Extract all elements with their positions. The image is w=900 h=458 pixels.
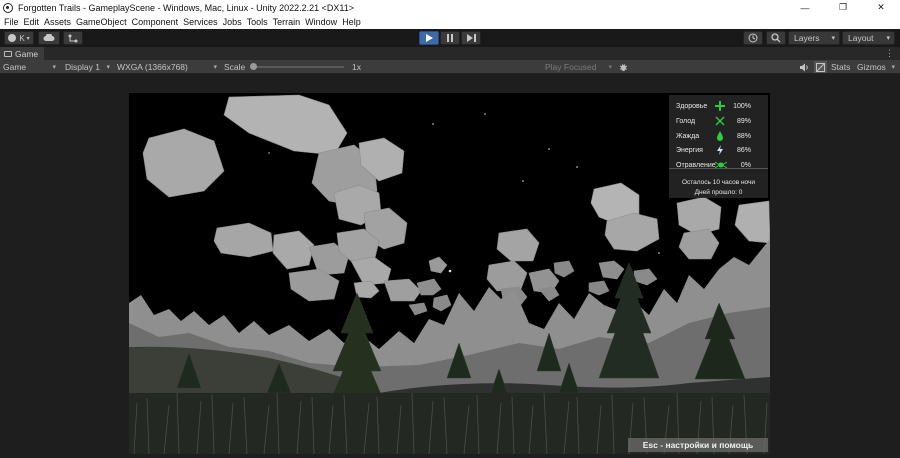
history-button[interactable]	[743, 31, 763, 45]
gizmos-dropdown[interactable]: Gizmos ▾	[857, 61, 895, 73]
main-toolbar: K ▾ Layers ▾ Layout ▾	[0, 29, 900, 47]
layout-dropdown[interactable]: Layout ▾	[842, 31, 895, 45]
bug-icon	[619, 63, 628, 71]
chevron-down-icon: ▾	[831, 35, 835, 42]
menu-tools[interactable]: Tools	[247, 17, 268, 27]
days-passed-text: Дней прошло: 0	[694, 189, 743, 196]
scale-value: 1x	[352, 62, 361, 72]
stat-health-row: Здоровье 100%	[676, 101, 751, 111]
game-view-toolbar: Game ▾ Display 1 ▾ WXGA (1366x768) ▾ Sca…	[0, 60, 900, 74]
step-button[interactable]	[461, 31, 481, 45]
unity-logo-icon	[3, 2, 13, 13]
close-button[interactable]: ✕	[862, 0, 900, 15]
scale-label: Scale	[224, 62, 246, 72]
chevron-down-icon: ▾	[608, 64, 612, 71]
bug-report-button[interactable]	[619, 61, 628, 73]
chevron-down-icon: ▾	[106, 64, 110, 71]
play-icon	[426, 34, 433, 42]
play-focused-dropdown[interactable]: Play Focused ▾	[545, 61, 612, 73]
chevron-down-icon: ▾	[26, 35, 30, 42]
chevron-down-icon: ▾	[891, 64, 895, 71]
hud-divider	[669, 168, 768, 169]
window-title-bar: Forgotten Trails - GameplayScene - Windo…	[0, 0, 900, 15]
display-dropdown[interactable]: Display 1 ▾	[65, 61, 110, 73]
scale-slider-handle[interactable]	[250, 63, 257, 70]
window-title: Forgotten Trails - GameplayScene - Windo…	[18, 2, 354, 13]
step-icon	[466, 34, 476, 42]
search-button[interactable]	[766, 31, 786, 45]
scale-slider-track[interactable]	[252, 66, 344, 68]
stat-poison-row: Отравление 0%	[676, 161, 751, 169]
energy-bolt-icon	[717, 145, 723, 155]
menu-window[interactable]: Window	[305, 17, 337, 27]
menu-bar: File Edit Assets GameObject Component Se…	[0, 15, 900, 29]
menu-file[interactable]: File	[4, 17, 19, 27]
thirst-drop-icon	[717, 131, 723, 141]
menu-assets[interactable]: Assets	[44, 17, 71, 27]
pause-icon	[447, 34, 453, 42]
menu-component[interactable]: Component	[132, 17, 179, 27]
account-dropdown[interactable]: K ▾	[4, 31, 34, 45]
cloud-icon	[43, 34, 55, 41]
mute-audio-button[interactable]	[799, 61, 809, 73]
history-icon	[748, 33, 758, 43]
speaker-icon	[800, 63, 808, 71]
resolution-dropdown[interactable]: WXGA (1366x768) ▾	[117, 61, 217, 73]
aspect-button[interactable]	[814, 61, 827, 73]
maximize-button[interactable]: ❐	[824, 0, 862, 15]
version-control-icon	[68, 34, 78, 42]
stat-energy-row: Энергия 86%	[676, 145, 751, 155]
tab-game[interactable]: Game	[0, 47, 44, 60]
view-mode-dropdown[interactable]: Game ▾	[3, 61, 58, 73]
pause-button[interactable]	[440, 31, 460, 45]
hunger-cutlery-icon	[715, 116, 725, 126]
chevron-down-icon: ▾	[213, 64, 217, 71]
menu-edit[interactable]: Edit	[24, 17, 40, 27]
cloud-button[interactable]	[38, 31, 60, 45]
window-controls: — ❐ ✕	[786, 0, 900, 15]
time-left-text: Осталось 10 часов ночи	[681, 179, 756, 186]
layers-dropdown[interactable]: Layers ▾	[788, 31, 840, 45]
stat-hunger-row: Голод 89%	[676, 116, 751, 126]
menu-jobs[interactable]: Jobs	[223, 17, 242, 27]
grid-icon	[816, 62, 825, 72]
search-icon	[771, 33, 781, 43]
stat-thirst-row: Жажда 88%	[676, 131, 751, 141]
health-cross-icon	[715, 101, 725, 111]
stats-toggle[interactable]: Stats	[831, 61, 850, 73]
collab-button[interactable]	[63, 31, 83, 45]
minimize-button[interactable]: —	[786, 0, 824, 15]
tab-bar: Game ⋮	[0, 47, 900, 60]
game-view-icon	[4, 50, 12, 57]
menu-services[interactable]: Services	[183, 17, 218, 27]
more-options-icon[interactable]: ⋮	[885, 48, 894, 59]
account-icon	[8, 34, 17, 42]
chevron-down-icon: ▾	[52, 64, 56, 71]
menu-help[interactable]: Help	[342, 17, 361, 27]
esc-settings-hint: Esc - настройки и помощь	[628, 438, 768, 452]
menu-gameobject[interactable]: GameObject	[76, 17, 127, 27]
play-button[interactable]	[419, 31, 439, 45]
survival-stats-panel: Здоровье 100% Голод 89% Жажда 88% Энерги…	[669, 95, 768, 198]
chevron-down-icon: ▾	[886, 35, 890, 42]
game-viewport[interactable]: Здоровье 100% Голод 89% Жажда 88% Энерги…	[129, 93, 770, 454]
menu-terrain[interactable]: Terrain	[273, 17, 301, 27]
